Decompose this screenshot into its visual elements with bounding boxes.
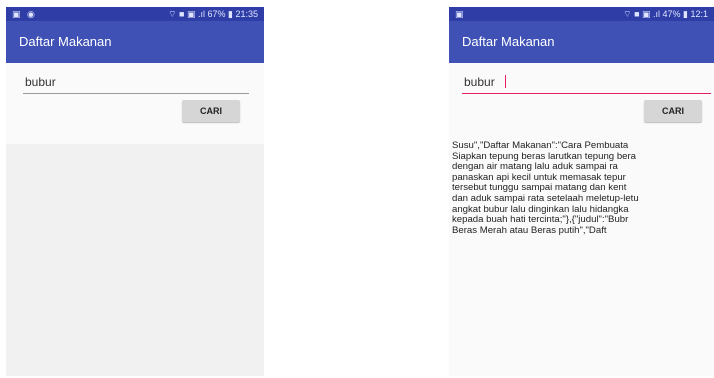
phone-screen-right: ▣ ⌔ ■ ▣ .ıl 47% ▮ 12:1 Daftar Makanan CA… (449, 7, 714, 376)
search-input[interactable] (23, 73, 249, 94)
notification-icons: ▣ ◉ (12, 9, 37, 19)
search-button[interactable]: CARI (182, 100, 240, 122)
status-bar: ▣ ⌔ ■ ▣ .ıl 47% ▮ 12:1 (449, 7, 714, 21)
app-title: Daftar Makanan (19, 34, 112, 49)
result-line: dan aduk sampai rata setelaah meletup-le… (452, 192, 639, 204)
notification-icons: ▣ (455, 9, 466, 19)
result-line: Susu","Daftar Makanan":"Cara Pembuata (452, 140, 629, 151)
app-bar: Daftar Makanan (6, 21, 264, 63)
status-indicators: ⌔ ■ ▣ .ıl 47% ▮ 12:1 (623, 9, 708, 19)
search-button[interactable]: CARI (644, 100, 702, 122)
text-cursor (505, 75, 506, 88)
status-indicators: ⌔ ■ ▣ .ıl 67% ▮ 21:35 (168, 9, 258, 19)
result-line: Beras Merah atau Beras putih","Daft (452, 224, 607, 236)
app-bar: Daftar Makanan (449, 21, 714, 63)
search-result-text: Susu","Daftar Makanan":"Cara Pembuata Si… (452, 140, 714, 236)
status-bar: ▣ ◉ ⌔ ■ ▣ .ıl 67% ▮ 21:35 (6, 7, 264, 21)
search-input[interactable] (462, 73, 711, 94)
app-title: Daftar Makanan (462, 34, 555, 49)
phone-screen-left: ▣ ◉ ⌔ ■ ▣ .ıl 67% ▮ 21:35 Daftar Makanan… (6, 7, 264, 376)
